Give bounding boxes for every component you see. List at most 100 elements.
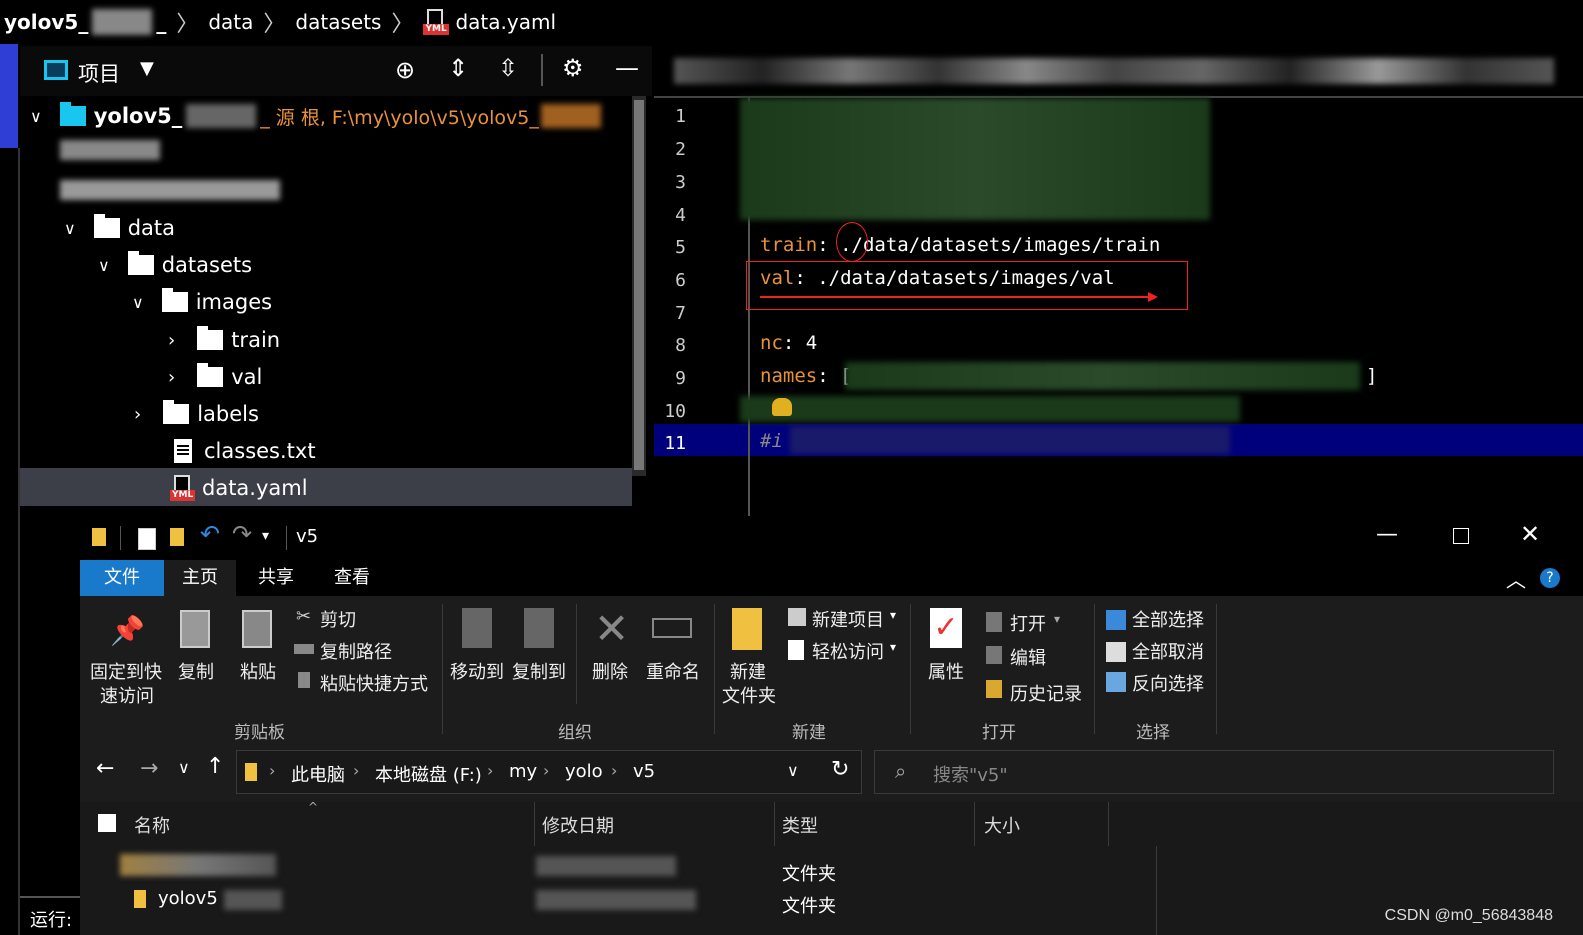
move-to-button[interactable]: 移动到 bbox=[450, 658, 504, 684]
properties-button[interactable]: 属性 bbox=[928, 658, 964, 684]
locate-icon[interactable]: ⊕ bbox=[395, 56, 415, 84]
breadcrumb-project[interactable]: yolov5_ bbox=[4, 10, 88, 34]
breadcrumb-item-data[interactable]: data bbox=[208, 10, 253, 34]
open-button[interactable]: 打开 bbox=[1010, 610, 1046, 636]
folder-icon bbox=[92, 528, 106, 546]
tree-item-data[interactable]: ∨ data bbox=[64, 210, 175, 246]
minimize-icon[interactable]: — bbox=[615, 54, 639, 82]
list-item[interactable]: yolov5 文件夹 bbox=[80, 884, 1080, 917]
help-icon[interactable]: ? bbox=[1540, 568, 1560, 588]
new-folder-button[interactable]: 新建 bbox=[730, 658, 766, 684]
redacted-date bbox=[536, 856, 676, 876]
tree-item-datasets[interactable]: ∨ datasets bbox=[98, 247, 252, 283]
scrollbar-track[interactable] bbox=[632, 96, 646, 476]
invert-selection-button[interactable]: 反向选择 bbox=[1132, 670, 1204, 696]
chevron-down-icon[interactable]: ∨ bbox=[787, 761, 799, 780]
scrollbar-thumb[interactable] bbox=[634, 100, 644, 470]
chevron-down-icon[interactable]: ∨ bbox=[98, 256, 110, 275]
minimize-button[interactable]: — bbox=[1376, 522, 1398, 547]
undo-icon[interactable]: ↶ bbox=[200, 520, 220, 548]
tab-share[interactable]: 共享 bbox=[240, 560, 312, 596]
up-arrow-icon[interactable]: ↑ bbox=[206, 754, 224, 779]
code-line-9[interactable]: names: [ bbox=[760, 365, 852, 387]
column-header-name[interactable]: 名称 bbox=[134, 812, 170, 838]
expand-all-icon[interactable]: ⇕ bbox=[448, 54, 468, 82]
search-box[interactable]: ⌕ 搜索"v5" bbox=[874, 750, 1554, 794]
easy-access-button[interactable]: 轻松访问 bbox=[812, 638, 884, 664]
chevron-down-icon[interactable]: ▼ bbox=[140, 58, 154, 79]
code-line-11[interactable]: #i bbox=[760, 430, 783, 452]
paste-button[interactable]: 粘贴 bbox=[240, 658, 276, 684]
tree-item-val[interactable]: › val bbox=[168, 359, 262, 395]
recent-locations-icon[interactable]: ∨ bbox=[178, 758, 190, 777]
column-header-size[interactable]: 大小 bbox=[984, 812, 1020, 838]
cut-button[interactable]: 剪切 bbox=[320, 606, 356, 632]
tab-file[interactable]: 文件 bbox=[80, 560, 164, 596]
dropdown-icon[interactable]: ▾ bbox=[890, 608, 896, 622]
new-item-button[interactable]: 新建项目 bbox=[812, 606, 884, 632]
collapse-all-icon[interactable]: ⇳ bbox=[498, 54, 518, 82]
rename-button[interactable]: 重命名 bbox=[646, 658, 700, 684]
tree-item-labels[interactable]: › labels bbox=[134, 396, 259, 432]
paste-shortcut-button[interactable]: 粘贴快捷方式 bbox=[320, 670, 428, 696]
gear-icon[interactable]: ⚙ bbox=[562, 54, 584, 82]
chevron-down-icon[interactable]: ∨ bbox=[30, 107, 42, 126]
breadcrumb-item-datasets[interactable]: datasets bbox=[295, 10, 381, 34]
code-line-8[interactable]: nc: 4 bbox=[760, 332, 817, 354]
editor-tab-bar[interactable] bbox=[654, 46, 1583, 98]
tree-item-train[interactable]: › train bbox=[168, 322, 280, 358]
chevron-right-icon[interactable]: › bbox=[168, 367, 175, 388]
back-arrow-icon[interactable]: ← bbox=[96, 756, 114, 781]
select-none-button[interactable]: 全部取消 bbox=[1132, 638, 1204, 664]
copy-path-button[interactable]: 复制路径 bbox=[320, 638, 392, 664]
tree-item-data-yaml[interactable]: YML data.yaml bbox=[170, 470, 308, 506]
tree-root[interactable]: ∨ yolov5_ _ 源 根, F:\my\yolo\v5\yolov5_ bbox=[30, 98, 601, 134]
address-crumb[interactable]: v5 bbox=[633, 761, 655, 782]
redo-icon[interactable]: ↷ bbox=[232, 520, 252, 548]
chevron-down-icon[interactable]: ∨ bbox=[64, 219, 76, 238]
column-header-date[interactable]: 修改日期 bbox=[542, 812, 614, 838]
divider bbox=[286, 526, 287, 550]
copy-button[interactable]: 复制 bbox=[178, 658, 214, 684]
address-crumb[interactable]: my bbox=[509, 761, 537, 782]
delete-button[interactable]: 删除 bbox=[592, 658, 628, 684]
close-button[interactable]: ✕ bbox=[1520, 520, 1540, 548]
edit-button[interactable]: 编辑 bbox=[1010, 644, 1046, 670]
run-tab-label[interactable]: 运行: bbox=[30, 906, 72, 932]
chevron-right-icon[interactable]: › bbox=[134, 404, 141, 425]
refresh-icon[interactable]: ↻ bbox=[831, 757, 849, 782]
forward-arrow-icon[interactable]: → bbox=[140, 756, 158, 781]
chevron-down-icon[interactable]: ∨ bbox=[132, 293, 144, 312]
tree-item-images[interactable]: ∨ images bbox=[132, 284, 272, 320]
tree-item-classes[interactable]: classes.txt bbox=[174, 433, 316, 469]
edit-icon bbox=[986, 646, 1002, 664]
copy-to-button[interactable]: 复制到 bbox=[512, 658, 566, 684]
breadcrumb-item-file[interactable]: data.yaml bbox=[455, 10, 556, 34]
explorer-title-bar: ↶ ↷ ▾ v5 — ✕ bbox=[80, 516, 1583, 560]
select-all-button[interactable]: 全部选择 bbox=[1132, 606, 1204, 632]
dropdown-icon[interactable]: ▾ bbox=[1054, 612, 1060, 626]
history-button[interactable]: 历史记录 bbox=[1010, 680, 1082, 706]
address-crumb[interactable]: yolo bbox=[565, 761, 603, 782]
column-header-type[interactable]: 类型 bbox=[782, 812, 818, 838]
tool-window-strip[interactable] bbox=[0, 44, 18, 148]
chevron-right-icon[interactable]: › bbox=[168, 330, 175, 351]
address-input[interactable]: › 此电脑 › 本地磁盘 (F:) › my › yolo › v5 ∨ ↻ bbox=[236, 750, 862, 794]
code-line-5[interactable]: train: ./data/datasets/images/train bbox=[760, 234, 1160, 256]
address-crumb[interactable]: 此电脑 bbox=[291, 761, 345, 787]
project-panel-title[interactable]: 项目 bbox=[78, 58, 120, 88]
maximize-button[interactable] bbox=[1453, 528, 1469, 544]
select-all-checkbox[interactable] bbox=[98, 814, 116, 832]
customize-dropdown-icon[interactable]: ▾ bbox=[262, 528, 269, 544]
address-crumb[interactable]: 本地磁盘 (F:) bbox=[375, 761, 482, 787]
pin-quick-access-button[interactable]: 固定到快 bbox=[90, 658, 162, 684]
group-label-organize: 组织 bbox=[558, 723, 592, 743]
lightbulb-icon[interactable] bbox=[772, 398, 792, 416]
tab-home[interactable]: 主页 bbox=[164, 560, 236, 596]
collapse-ribbon-icon[interactable]: ︿ bbox=[1506, 564, 1526, 593]
properties-icon[interactable] bbox=[138, 528, 156, 550]
tab-view[interactable]: 查看 bbox=[316, 560, 388, 596]
new-folder-icon[interactable] bbox=[170, 528, 184, 546]
list-item[interactable]: 文件夹 bbox=[80, 850, 1080, 885]
dropdown-icon[interactable]: ▾ bbox=[890, 640, 896, 654]
